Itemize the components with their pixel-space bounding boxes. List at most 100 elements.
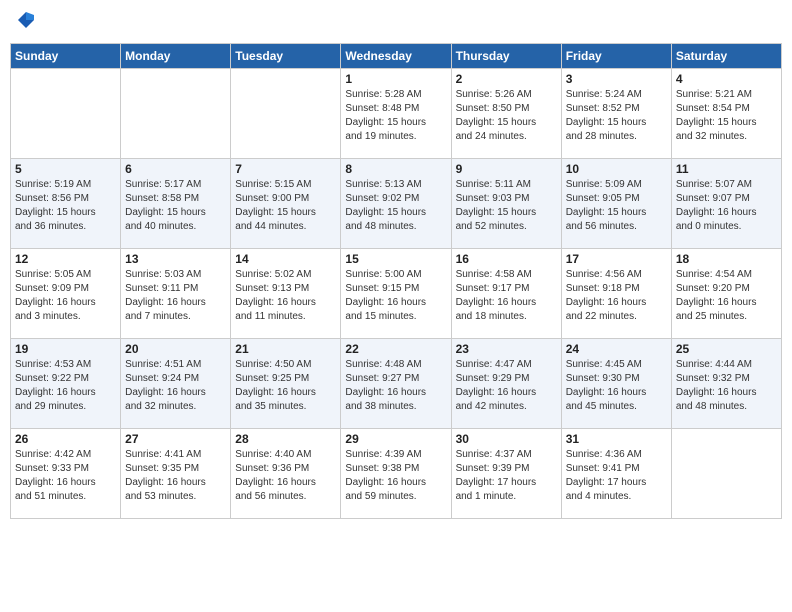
day-info: Sunrise: 4:48 AM Sunset: 9:27 PM Dayligh…: [345, 358, 446, 414]
day-info: Sunrise: 4:53 AM Sunset: 9:22 PM Dayligh…: [15, 358, 116, 414]
calendar-cell: 18 Sunrise: 4:54 AM Sunset: 9:20 PM Dayli…: [671, 249, 781, 339]
calendar-week-3: 12Sunrise: 5:05 AM Sunset: 9:09 PM Dayli…: [11, 249, 782, 339]
calendar-week-1: 1Sunrise: 5:28 AM Sunset: 8:48 PM Daylig…: [11, 69, 782, 159]
calendar-cell: 19 Sunrise: 4:53 AM Sunset: 9:22 PM Dayli…: [11, 339, 121, 429]
day-number: 12: [15, 252, 116, 266]
day-number: 7: [235, 162, 336, 176]
calendar-cell: 12Sunrise: 5:05 AM Sunset: 9:09 PM Dayli…: [11, 249, 121, 339]
header-day-friday: Friday: [561, 44, 671, 69]
calendar-cell: 11 Sunrise: 5:07 AM Sunset: 9:07 PM Dayli…: [671, 159, 781, 249]
calendar-cell: 15Sunrise: 5:00 AM Sunset: 9:15 PM Dayli…: [341, 249, 451, 339]
header-day-tuesday: Tuesday: [231, 44, 341, 69]
day-info: Sunrise: 5:07 AM Sunset: 9:07 PM Dayligh…: [676, 178, 777, 234]
calendar-header: SundayMondayTuesdayWednesdayThursdayFrid…: [11, 44, 782, 69]
day-number: 17: [566, 252, 667, 266]
calendar-week-5: 26Sunrise: 4:42 AM Sunset: 9:33 PM Dayli…: [11, 429, 782, 519]
header-day-wednesday: Wednesday: [341, 44, 451, 69]
day-info: Sunrise: 4:39 AM Sunset: 9:38 PM Dayligh…: [345, 448, 446, 504]
day-info: Sunrise: 4:41 AM Sunset: 9:35 PM Dayligh…: [125, 448, 226, 504]
day-info: Sunrise: 5:24 AM Sunset: 8:52 PM Dayligh…: [566, 88, 667, 144]
day-info: Sunrise: 4:51 AM Sunset: 9:24 PM Dayligh…: [125, 358, 226, 414]
day-number: 14: [235, 252, 336, 266]
calendar-cell: 9 Sunrise: 5:11 AM Sunset: 9:03 PM Daylig…: [451, 159, 561, 249]
calendar-cell: 1Sunrise: 5:28 AM Sunset: 8:48 PM Daylig…: [341, 69, 451, 159]
day-info: Sunrise: 4:50 AM Sunset: 9:25 PM Dayligh…: [235, 358, 336, 414]
page-header: [10, 10, 782, 35]
day-number: 18: [676, 252, 777, 266]
day-info: Sunrise: 4:54 AM Sunset: 9:20 PM Dayligh…: [676, 268, 777, 324]
calendar-cell: 26Sunrise: 4:42 AM Sunset: 9:33 PM Dayli…: [11, 429, 121, 519]
header-day-thursday: Thursday: [451, 44, 561, 69]
calendar-body: 1Sunrise: 5:28 AM Sunset: 8:48 PM Daylig…: [11, 69, 782, 519]
calendar-cell: 4 Sunrise: 5:21 AM Sunset: 8:54 PM Daylig…: [671, 69, 781, 159]
day-info: Sunrise: 4:56 AM Sunset: 9:18 PM Dayligh…: [566, 268, 667, 324]
day-number: 20: [125, 342, 226, 356]
day-number: 3: [566, 72, 667, 86]
day-info: Sunrise: 5:19 AM Sunset: 8:56 PM Dayligh…: [15, 178, 116, 234]
day-info: Sunrise: 5:17 AM Sunset: 8:58 PM Dayligh…: [125, 178, 226, 234]
calendar-cell: 17 Sunrise: 4:56 AM Sunset: 9:18 PM Dayli…: [561, 249, 671, 339]
calendar-cell: 31 Sunrise: 4:36 AM Sunset: 9:41 PM Dayli…: [561, 429, 671, 519]
calendar-cell: 5 Sunrise: 5:19 AM Sunset: 8:56 PM Daylig…: [11, 159, 121, 249]
header-row: SundayMondayTuesdayWednesdayThursdayFrid…: [11, 44, 782, 69]
calendar-cell: 29Sunrise: 4:39 AM Sunset: 9:38 PM Dayli…: [341, 429, 451, 519]
day-number: 24: [566, 342, 667, 356]
day-info: Sunrise: 5:00 AM Sunset: 9:15 PM Dayligh…: [345, 268, 446, 324]
day-number: 6: [125, 162, 226, 176]
day-number: 28: [235, 432, 336, 446]
header-day-sunday: Sunday: [11, 44, 121, 69]
day-info: Sunrise: 4:37 AM Sunset: 9:39 PM Dayligh…: [456, 448, 557, 504]
day-info: Sunrise: 5:13 AM Sunset: 9:02 PM Dayligh…: [345, 178, 446, 234]
calendar-cell: 7Sunrise: 5:15 AM Sunset: 9:00 PM Daylig…: [231, 159, 341, 249]
day-info: Sunrise: 5:26 AM Sunset: 8:50 PM Dayligh…: [456, 88, 557, 144]
calendar-cell: 16 Sunrise: 4:58 AM Sunset: 9:17 PM Dayli…: [451, 249, 561, 339]
day-number: 19: [15, 342, 116, 356]
day-number: 31: [566, 432, 667, 446]
day-number: 5: [15, 162, 116, 176]
day-info: Sunrise: 4:36 AM Sunset: 9:41 PM Dayligh…: [566, 448, 667, 504]
day-number: 13: [125, 252, 226, 266]
header-day-saturday: Saturday: [671, 44, 781, 69]
calendar-cell: 24Sunrise: 4:45 AM Sunset: 9:30 PM Dayli…: [561, 339, 671, 429]
calendar-cell: 23 Sunrise: 4:47 AM Sunset: 9:29 PM Dayli…: [451, 339, 561, 429]
day-info: Sunrise: 5:21 AM Sunset: 8:54 PM Dayligh…: [676, 88, 777, 144]
day-number: 25: [676, 342, 777, 356]
day-info: Sunrise: 5:11 AM Sunset: 9:03 PM Dayligh…: [456, 178, 557, 234]
day-number: 23: [456, 342, 557, 356]
calendar-cell: 30 Sunrise: 4:37 AM Sunset: 9:39 PM Dayli…: [451, 429, 561, 519]
day-info: Sunrise: 5:28 AM Sunset: 8:48 PM Dayligh…: [345, 88, 446, 144]
calendar-cell: 13 Sunrise: 5:03 AM Sunset: 9:11 PM Dayli…: [121, 249, 231, 339]
day-number: 22: [345, 342, 446, 356]
calendar-cell: [231, 69, 341, 159]
day-info: Sunrise: 4:44 AM Sunset: 9:32 PM Dayligh…: [676, 358, 777, 414]
day-info: Sunrise: 5:03 AM Sunset: 9:11 PM Dayligh…: [125, 268, 226, 324]
calendar-cell: 25 Sunrise: 4:44 AM Sunset: 9:32 PM Dayli…: [671, 339, 781, 429]
day-number: 16: [456, 252, 557, 266]
calendar-table: SundayMondayTuesdayWednesdayThursdayFrid…: [10, 43, 782, 519]
day-info: Sunrise: 4:42 AM Sunset: 9:33 PM Dayligh…: [15, 448, 116, 504]
calendar-cell: 27 Sunrise: 4:41 AM Sunset: 9:35 PM Dayli…: [121, 429, 231, 519]
day-number: 9: [456, 162, 557, 176]
day-number: 2: [456, 72, 557, 86]
day-info: Sunrise: 4:58 AM Sunset: 9:17 PM Dayligh…: [456, 268, 557, 324]
calendar-cell: 22 Sunrise: 4:48 AM Sunset: 9:27 PM Dayli…: [341, 339, 451, 429]
day-info: Sunrise: 5:02 AM Sunset: 9:13 PM Dayligh…: [235, 268, 336, 324]
calendar-cell: 6 Sunrise: 5:17 AM Sunset: 8:58 PM Daylig…: [121, 159, 231, 249]
day-number: 27: [125, 432, 226, 446]
logo-text: [14, 10, 36, 35]
day-number: 10: [566, 162, 667, 176]
calendar-week-4: 19 Sunrise: 4:53 AM Sunset: 9:22 PM Dayli…: [11, 339, 782, 429]
calendar-cell: 20 Sunrise: 4:51 AM Sunset: 9:24 PM Dayli…: [121, 339, 231, 429]
calendar-week-2: 5 Sunrise: 5:19 AM Sunset: 8:56 PM Daylig…: [11, 159, 782, 249]
day-info: Sunrise: 4:40 AM Sunset: 9:36 PM Dayligh…: [235, 448, 336, 504]
calendar-cell: 3 Sunrise: 5:24 AM Sunset: 8:52 PM Daylig…: [561, 69, 671, 159]
day-number: 30: [456, 432, 557, 446]
day-info: Sunrise: 4:47 AM Sunset: 9:29 PM Dayligh…: [456, 358, 557, 414]
calendar-cell: [11, 69, 121, 159]
logo: [14, 10, 36, 35]
day-number: 11: [676, 162, 777, 176]
day-number: 8: [345, 162, 446, 176]
calendar-cell: 14 Sunrise: 5:02 AM Sunset: 9:13 PM Dayli…: [231, 249, 341, 339]
day-number: 4: [676, 72, 777, 86]
calendar-cell: 10Sunrise: 5:09 AM Sunset: 9:05 PM Dayli…: [561, 159, 671, 249]
